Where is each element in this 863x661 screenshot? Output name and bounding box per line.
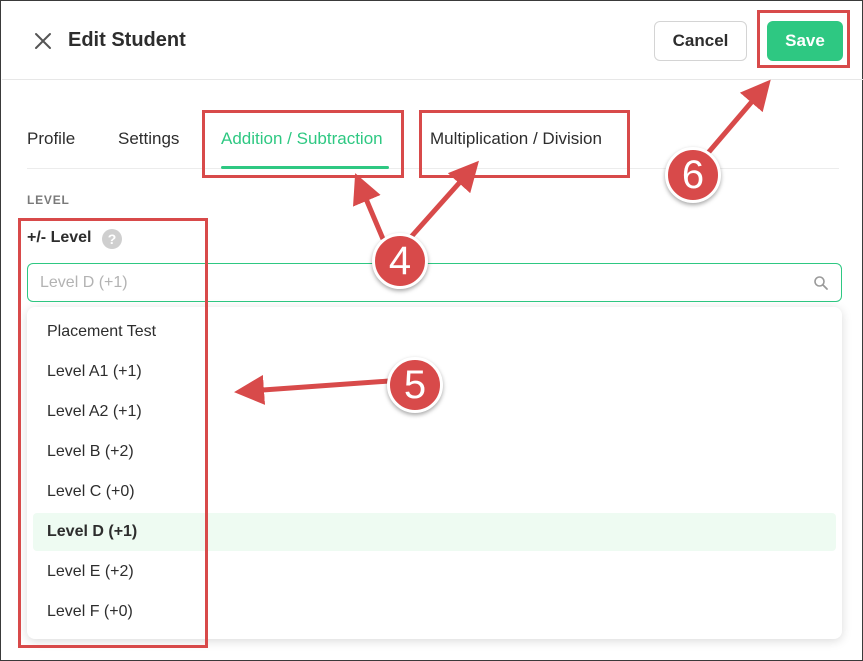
cancel-button[interactable]: Cancel: [654, 21, 747, 61]
edit-student-dialog: Edit Student Cancel Save Profile Setting…: [0, 0, 863, 661]
option-level-c[interactable]: Level C (+0): [33, 473, 836, 511]
option-level-e[interactable]: Level E (+2): [33, 553, 836, 591]
option-level-b[interactable]: Level B (+2): [33, 433, 836, 471]
step-6-badge: 6: [665, 147, 721, 203]
tab-profile[interactable]: Profile: [27, 129, 75, 149]
step-4-badge: 4: [372, 233, 428, 289]
dialog-title: Edit Student: [68, 29, 186, 51]
close-icon[interactable]: [32, 30, 54, 52]
help-icon[interactable]: ?: [102, 229, 122, 249]
save-button[interactable]: Save: [767, 21, 843, 61]
step-5-badge: 5: [387, 357, 443, 413]
search-icon: [813, 275, 829, 291]
option-placement-test[interactable]: Placement Test: [33, 313, 836, 351]
level-dropdown-menu: Placement Test Level A1 (+1) Level A2 (+…: [27, 307, 842, 639]
tab-settings[interactable]: Settings: [118, 129, 179, 149]
option-level-f[interactable]: Level F (+0): [33, 593, 836, 631]
active-tab-indicator: [221, 166, 389, 169]
section-heading: LEVEL: [27, 193, 70, 207]
level-select[interactable]: [27, 263, 842, 302]
tab-multiplication-division[interactable]: Multiplication / Division: [430, 129, 602, 149]
arrow-4-to-addition-tab: [353, 173, 386, 240]
option-level-d[interactable]: Level D (+1): [33, 513, 836, 551]
tab-addition-subtraction[interactable]: Addition / Subtraction: [221, 129, 383, 149]
arrow-4-to-multiplication-tab: [409, 160, 479, 239]
level-field-label: +/- Level: [27, 229, 92, 246]
dialog-header: Edit Student Cancel Save: [2, 2, 863, 80]
